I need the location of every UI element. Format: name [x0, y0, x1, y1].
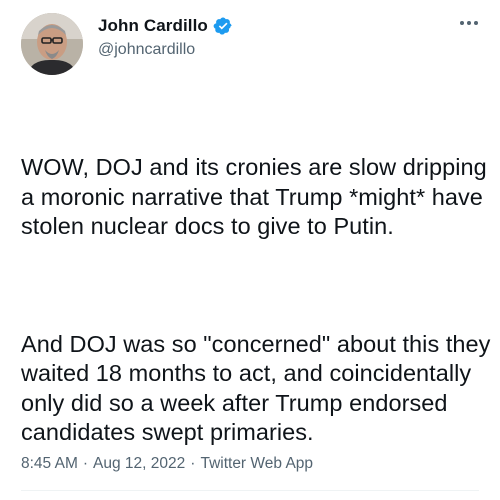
- tweet-source[interactable]: Twitter Web App: [200, 455, 313, 473]
- tweet-text: WOW, DOJ and its cronies are slow drippi…: [21, 94, 491, 500]
- tweet-date[interactable]: Aug 12, 2022: [93, 455, 185, 473]
- divider: [21, 490, 479, 491]
- author-handle[interactable]: @johncardillo: [98, 41, 195, 59]
- avatar[interactable]: [21, 13, 83, 75]
- verified-badge-icon: [213, 17, 232, 35]
- more-horizontal-icon[interactable]: [458, 16, 480, 30]
- tweet-time[interactable]: 8:45 AM: [21, 455, 78, 473]
- tweet-card: John Cardillo @johncardillo WOW, DOJ and…: [0, 0, 500, 500]
- tweet-paragraph: WOW, DOJ and its cronies are slow drippi…: [21, 154, 494, 239]
- avatar-image: [21, 13, 83, 75]
- meta-separator: ·: [82, 455, 89, 472]
- tweet-meta: 8:45 AM · Aug 12, 2022 · Twitter Web App: [21, 455, 313, 473]
- tweet-paragraph: And DOJ was so "concerned" about this th…: [21, 330, 498, 446]
- author-name-row: John Cardillo: [98, 15, 233, 37]
- meta-separator: ·: [190, 455, 196, 472]
- author-display-name[interactable]: John Cardillo: [98, 16, 208, 36]
